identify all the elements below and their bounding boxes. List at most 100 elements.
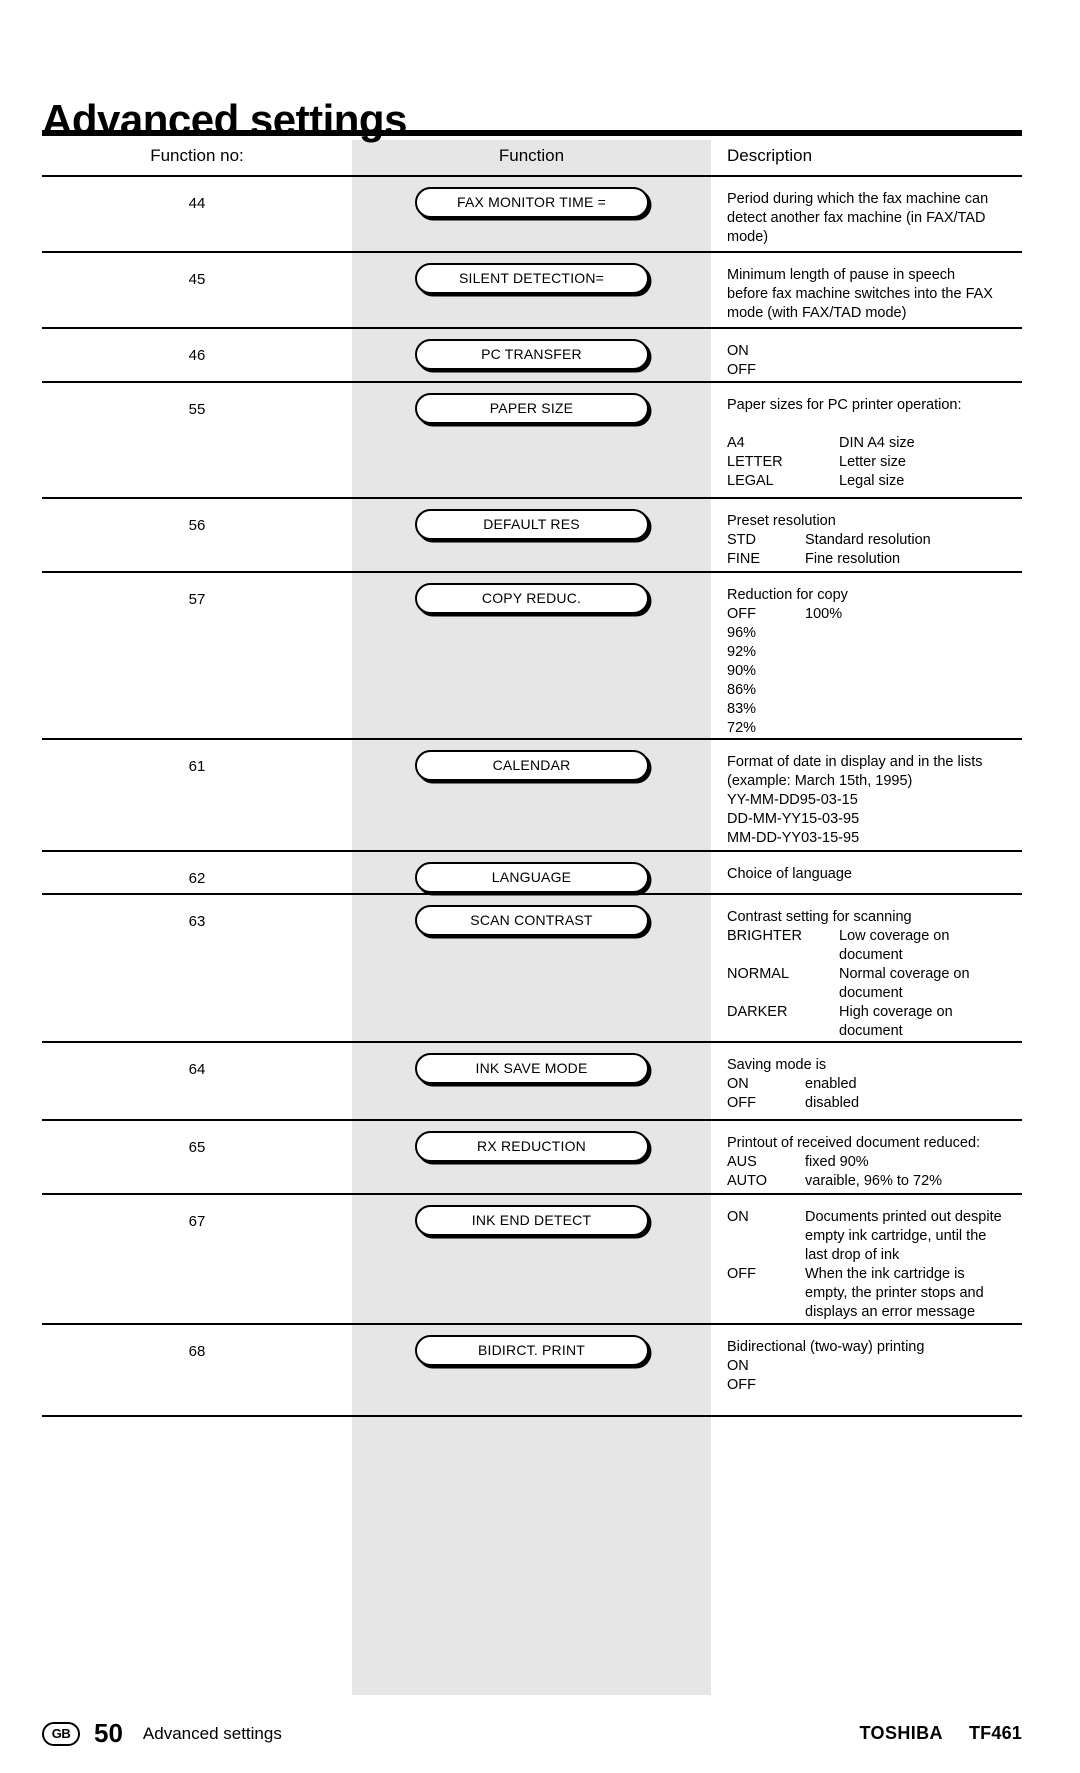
- description-cell: Format of date in display and in the lis…: [711, 740, 1022, 848]
- function-button[interactable]: PC TRANSFER: [414, 339, 649, 370]
- option-value: [805, 719, 1022, 738]
- function-number: 67: [188, 1213, 206, 1230]
- option-value-continuation: displays an error message: [805, 1304, 976, 1320]
- description-line: YY-MM-DD95-03-15: [727, 792, 858, 808]
- table-row: 68 BIDIRCT. PRINT Bidirectional (two-way) …: [42, 1325, 1022, 1415]
- option-key: ON: [727, 1076, 749, 1092]
- table-row: 67 INK END DETECT ON Documents printed out …: [42, 1195, 1022, 1323]
- option-value-continuation: empty, the printer stops and: [805, 1285, 984, 1301]
- option-row: ON Documents printed out despite: [727, 1208, 1022, 1227]
- function-button[interactable]: RX REDUCTION: [414, 1131, 649, 1162]
- table-row: 64 INK SAVE MODE Saving mode is ON enabled OF…: [42, 1043, 1022, 1119]
- function-cell: PC TRANSFER: [352, 329, 711, 370]
- function-button[interactable]: SILENT DETECTION=: [414, 263, 649, 294]
- function-number: 55: [188, 401, 206, 418]
- function-button[interactable]: PAPER SIZE: [414, 393, 649, 424]
- option-key: LETTER: [727, 454, 783, 470]
- option-value-continuation: document: [839, 985, 903, 1001]
- function-button[interactable]: DEFAULT RES: [414, 509, 649, 540]
- function-cell: BIDIRCT. PRINT: [352, 1325, 711, 1366]
- function-button[interactable]: INK SAVE MODE: [414, 1053, 649, 1084]
- function-number: 62: [188, 870, 206, 887]
- option-value: High coverage on: [839, 1004, 953, 1020]
- option-key: OFF: [727, 606, 756, 622]
- function-button[interactable]: BIDIRCT. PRINT: [414, 1335, 649, 1366]
- option-value: [805, 662, 1022, 681]
- function-cell: CALENDAR: [352, 740, 711, 781]
- option-key: AUS: [727, 1154, 757, 1170]
- option-row: 92%: [727, 643, 1022, 662]
- option-row: 86%: [727, 681, 1022, 700]
- option-value: varaible, 96% to 72%: [805, 1173, 943, 1189]
- description-line: OFF: [727, 1377, 756, 1393]
- option-key: AUTO: [727, 1173, 768, 1189]
- footer-section-label: Advanced settings: [142, 1723, 282, 1743]
- option-value: Letter size: [839, 454, 906, 470]
- description-line: (example: March 15th, 1995): [727, 773, 913, 789]
- description-cell: Period during which the fax machine can d…: [711, 177, 1022, 247]
- option-row: 83%: [727, 700, 1022, 719]
- description-line: DD-MM-YY15-03-95: [727, 811, 860, 827]
- option-row: DARKER High coverage on: [727, 1003, 1022, 1022]
- option-value: enabled: [805, 1076, 857, 1092]
- option-row: 96%: [727, 624, 1022, 643]
- description-line: Period during which the fax machine can: [727, 191, 989, 207]
- description-line: ON: [727, 343, 749, 359]
- description-line: detect another fax machine (in FAX/TAD: [727, 210, 986, 226]
- description-line: Choice of language: [727, 866, 852, 882]
- option-value-continuation: document: [839, 947, 903, 963]
- function-number: 46: [188, 347, 206, 364]
- option-row: OFF disabled: [727, 1094, 1022, 1113]
- option-row: OFF 100%: [727, 605, 1022, 624]
- function-number: 64: [188, 1061, 206, 1078]
- description-line: OFF: [727, 362, 756, 378]
- function-button[interactable]: LANGUAGE: [414, 862, 649, 893]
- option-value: [805, 643, 1022, 662]
- function-button[interactable]: SCAN CONTRAST: [414, 905, 649, 936]
- table-header-row: Function no: Function Description: [42, 136, 1022, 175]
- option-row: STD Standard resolution: [727, 531, 1022, 550]
- function-button[interactable]: COPY REDUC.: [414, 583, 649, 614]
- page-footer: GB 50 Advanced settings TOSHIBA TF461: [42, 1718, 1022, 1749]
- option-value: Fine resolution: [805, 551, 901, 567]
- function-cell: RX REDUCTION: [352, 1121, 711, 1162]
- table-row: 56 DEFAULT RES Preset resolution STD Standar…: [42, 499, 1022, 571]
- table-row: 46 PC TRANSFER ON OFF: [42, 329, 1022, 381]
- option-row: OFF When the ink cartridge is: [727, 1265, 1022, 1284]
- manual-page: Advanced settings Function no: Function …: [0, 0, 1080, 1773]
- option-value: fixed 90%: [805, 1154, 869, 1170]
- function-cell: SILENT DETECTION=: [352, 253, 711, 294]
- option-row: FINE Fine resolution: [727, 550, 1022, 569]
- option-key: BRIGHTER: [727, 928, 802, 944]
- description-cell: Paper sizes for PC printer operation: A4 D…: [711, 383, 1022, 491]
- description-intro: Saving mode is: [727, 1057, 827, 1073]
- description-cell: Minimum length of pause in speech before …: [711, 253, 1022, 323]
- function-button[interactable]: FAX MONITOR TIME =: [414, 187, 649, 218]
- option-key: FINE: [727, 551, 761, 567]
- option-key: LEGAL: [727, 473, 774, 489]
- option-key: 83%: [727, 701, 757, 717]
- option-value: 100%: [805, 606, 843, 622]
- description-line: MM-DD-YY03-15-95: [727, 830, 860, 846]
- option-key: 72%: [727, 720, 757, 736]
- option-key: NORMAL: [727, 966, 790, 982]
- description-intro: Preset resolution: [727, 513, 836, 529]
- function-cell: INK SAVE MODE: [352, 1043, 711, 1084]
- option-value: [805, 700, 1022, 719]
- function-button[interactable]: INK END DETECT: [414, 1205, 649, 1236]
- brand-name: TOSHIBA: [859, 1723, 943, 1743]
- table-row: 44 FAX MONITOR TIME = Period during which …: [42, 177, 1022, 251]
- function-button[interactable]: CALENDAR: [414, 750, 649, 781]
- description-line: ON: [727, 1358, 749, 1374]
- region-badge: GB: [42, 1721, 80, 1746]
- description-cell: Printout of received document reduced: AU…: [711, 1121, 1022, 1191]
- option-row: AUS fixed 90%: [727, 1153, 1022, 1172]
- header-description: Description: [727, 145, 813, 165]
- option-row: ON enabled: [727, 1075, 1022, 1094]
- description-cell: ON OFF: [711, 329, 1022, 380]
- option-row: LETTER Letter size: [727, 453, 1022, 472]
- function-number: 44: [188, 195, 206, 212]
- option-value: When the ink cartridge is: [805, 1266, 965, 1282]
- function-number: 68: [188, 1343, 206, 1360]
